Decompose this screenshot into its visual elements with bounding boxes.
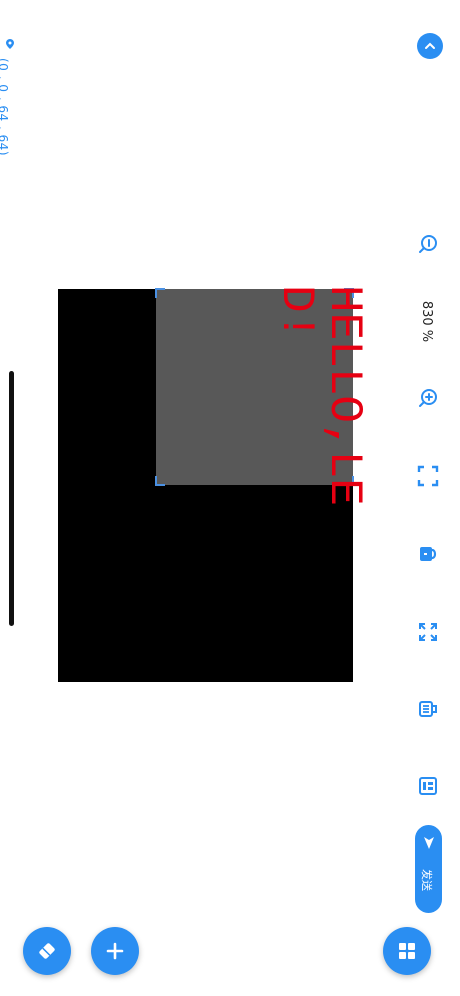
send-icon <box>424 837 434 849</box>
eraser-button[interactable] <box>23 927 71 975</box>
grid-menu-button[interactable] <box>383 927 431 975</box>
list-icon <box>419 701 437 717</box>
add-button[interactable] <box>91 927 139 975</box>
expand-icon <box>419 623 437 641</box>
drawing-canvas[interactable]: HELLO,LE D! <box>58 285 370 682</box>
corner-handle[interactable] <box>155 288 165 298</box>
lock-icon <box>420 547 437 561</box>
zoom-in-icon <box>419 389 437 407</box>
lock-button[interactable] <box>415 541 441 567</box>
plus-icon <box>106 942 124 960</box>
zoom-level-text: 830 % <box>419 300 435 342</box>
fit-screen-button[interactable] <box>415 463 441 489</box>
list-button[interactable] <box>415 696 441 722</box>
info-icon <box>419 235 437 253</box>
canvas-text: HELLO,LE D! <box>270 285 370 506</box>
info-button[interactable] <box>415 231 441 257</box>
zoom-in-button[interactable] <box>415 385 441 411</box>
corner-handle[interactable] <box>155 476 165 486</box>
send-label: 发送 <box>420 869 433 891</box>
calendar-icon <box>419 777 437 795</box>
location-pin-icon <box>6 39 14 49</box>
send-button[interactable]: 发送 <box>415 825 442 913</box>
grid-icon <box>399 943 415 959</box>
chevron-up-icon <box>425 42 435 49</box>
zoom-level: 830 % <box>412 296 442 346</box>
vertical-scrollbar[interactable] <box>9 371 14 626</box>
collapse-button[interactable] <box>417 33 443 59</box>
eraser-icon <box>39 943 55 959</box>
fit-screen-icon <box>417 465 439 487</box>
coordinate-label: (0 , 0 , 64 , 64) <box>0 38 18 158</box>
coordinate-text: (0 , 0 , 64 , 64) <box>0 58 10 157</box>
expand-button[interactable] <box>415 619 441 645</box>
calendar-button[interactable] <box>415 773 441 799</box>
